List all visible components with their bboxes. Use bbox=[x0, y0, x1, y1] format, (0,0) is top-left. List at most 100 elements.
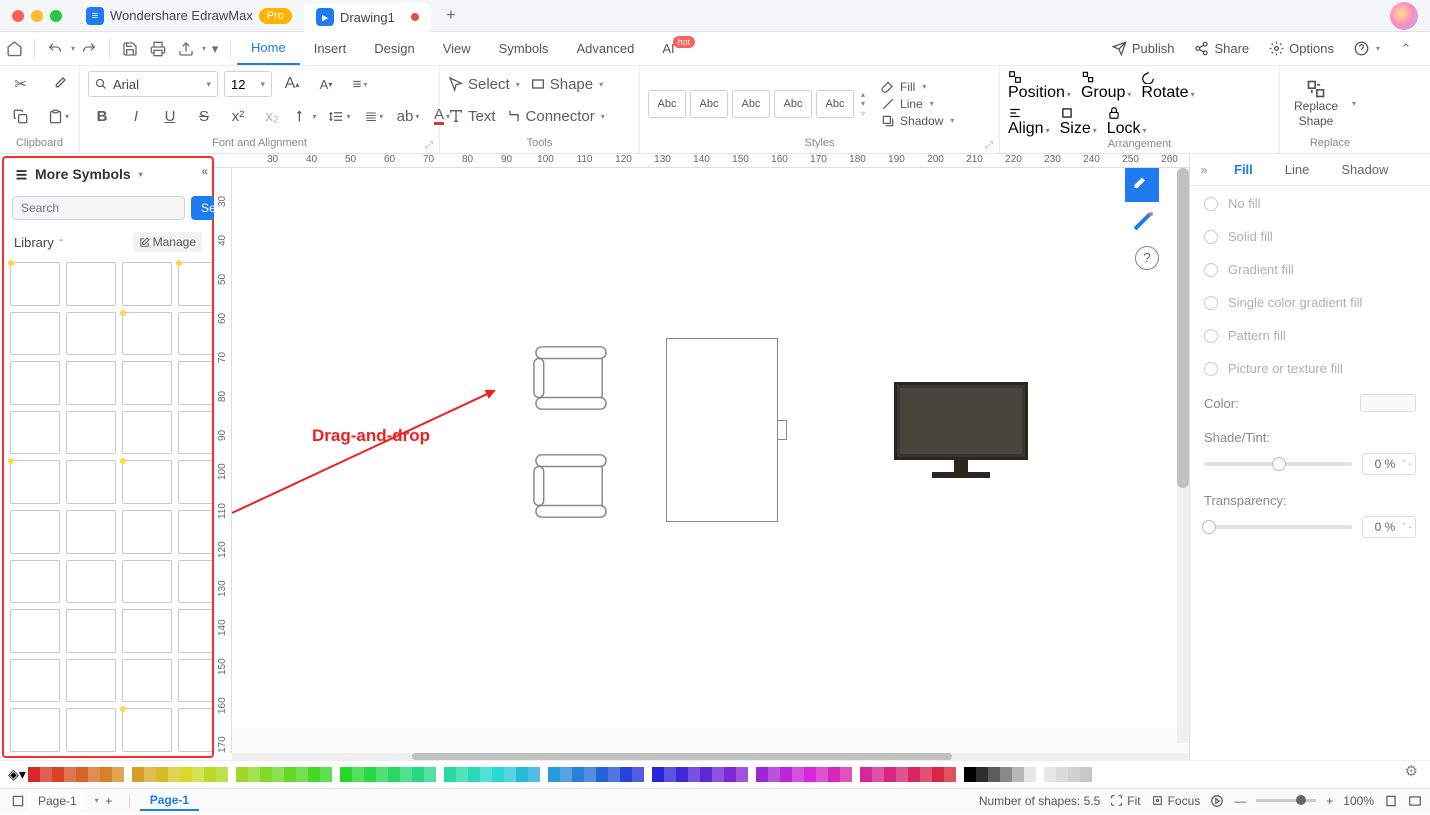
symbol-item[interactable] bbox=[178, 312, 212, 356]
color-swatch-item[interactable] bbox=[584, 767, 596, 782]
style-preset[interactable]: Abc bbox=[648, 90, 686, 118]
canvas[interactable]: Drag-and-drop bbox=[232, 168, 1189, 753]
color-swatch-item[interactable] bbox=[528, 767, 540, 782]
color-swatch-item[interactable] bbox=[1012, 767, 1024, 782]
color-swatch[interactable] bbox=[1360, 394, 1416, 412]
tab-fill[interactable]: Fill bbox=[1218, 155, 1269, 184]
dialog-launcher-icon[interactable]: ⤢ bbox=[425, 140, 433, 151]
color-swatch-item[interactable] bbox=[700, 767, 712, 782]
color-swatch-item[interactable] bbox=[596, 767, 608, 782]
shadow-cmd[interactable]: Shadow▾ bbox=[881, 114, 954, 128]
color-swatch-item[interactable] bbox=[376, 767, 388, 782]
symbol-item[interactable] bbox=[122, 312, 172, 356]
color-swatch-item[interactable] bbox=[320, 767, 332, 782]
color-swatch-item[interactable] bbox=[204, 767, 216, 782]
color-swatch-item[interactable] bbox=[308, 767, 320, 782]
focus-button[interactable]: Focus bbox=[1151, 794, 1201, 808]
superscript-icon[interactable]: x² bbox=[224, 102, 252, 130]
symbol-item[interactable] bbox=[10, 361, 60, 405]
position-cmd[interactable]: Position▾ bbox=[1008, 70, 1071, 102]
shape-armchair[interactable] bbox=[532, 446, 610, 526]
symbol-item[interactable] bbox=[178, 411, 212, 455]
save-icon[interactable] bbox=[116, 35, 144, 63]
color-swatch-item[interactable] bbox=[688, 767, 700, 782]
radio-no-fill[interactable]: No fill bbox=[1204, 196, 1416, 211]
color-swatch-item[interactable] bbox=[664, 767, 676, 782]
color-swatch-item[interactable] bbox=[180, 767, 192, 782]
menu-insert[interactable]: Insert bbox=[300, 33, 361, 64]
symbol-item[interactable] bbox=[66, 560, 116, 604]
minimize-window-icon[interactable] bbox=[31, 10, 43, 22]
color-swatch-item[interactable] bbox=[144, 767, 156, 782]
color-swatch-item[interactable] bbox=[756, 767, 768, 782]
color-swatch-item[interactable] bbox=[1044, 767, 1056, 782]
color-swatch-item[interactable] bbox=[964, 767, 976, 782]
style-preset[interactable]: Abc bbox=[732, 90, 770, 118]
symbol-item[interactable] bbox=[178, 361, 212, 405]
shrink-font-icon[interactable]: A▾ bbox=[312, 70, 340, 98]
menu-symbols[interactable]: Symbols bbox=[485, 33, 563, 64]
share-button[interactable]: Share bbox=[1186, 37, 1257, 60]
menu-design[interactable]: Design bbox=[360, 33, 428, 64]
color-swatch-item[interactable] bbox=[560, 767, 572, 782]
symbol-item[interactable] bbox=[178, 262, 212, 306]
fill-cmd[interactable]: Fill▾ bbox=[881, 80, 954, 94]
publish-button[interactable]: Publish bbox=[1104, 37, 1183, 60]
paste-icon[interactable]: ▾ bbox=[45, 102, 73, 130]
symbol-item[interactable] bbox=[66, 510, 116, 554]
collapse-ribbon-icon[interactable]: ⌃ bbox=[1392, 35, 1420, 63]
underline-icon[interactable]: U bbox=[156, 102, 184, 130]
menu-advanced[interactable]: Advanced bbox=[563, 33, 649, 64]
color-swatch-item[interactable] bbox=[340, 767, 352, 782]
color-swatch-item[interactable] bbox=[388, 767, 400, 782]
zoom-slider[interactable] bbox=[1256, 799, 1316, 802]
color-swatch-item[interactable] bbox=[260, 767, 272, 782]
color-swatch-item[interactable] bbox=[236, 767, 248, 782]
color-swatch-item[interactable] bbox=[352, 767, 364, 782]
transparency-value[interactable]: 0 % bbox=[1362, 516, 1416, 538]
symbol-item[interactable] bbox=[178, 708, 212, 752]
line-cmd[interactable]: Line▾ bbox=[881, 97, 954, 111]
color-swatch-item[interactable] bbox=[28, 767, 40, 782]
radio-single-gradient[interactable]: Single color gradient fill bbox=[1204, 295, 1416, 310]
color-swatch-item[interactable] bbox=[724, 767, 736, 782]
color-swatch-item[interactable] bbox=[872, 767, 884, 782]
user-avatar-icon[interactable] bbox=[1390, 2, 1418, 30]
options-button[interactable]: Options bbox=[1261, 37, 1342, 60]
symbol-item[interactable] bbox=[178, 609, 212, 653]
subscript-icon[interactable]: x₂ bbox=[258, 102, 286, 130]
symbol-item[interactable] bbox=[10, 510, 60, 554]
search-input[interactable] bbox=[12, 196, 185, 220]
menu-view[interactable]: View bbox=[429, 33, 485, 64]
color-swatch-item[interactable] bbox=[932, 767, 944, 782]
color-swatch-item[interactable] bbox=[52, 767, 64, 782]
color-swatch-item[interactable] bbox=[792, 767, 804, 782]
symbol-item[interactable] bbox=[66, 312, 116, 356]
symbol-item[interactable] bbox=[10, 262, 60, 306]
symbol-item[interactable] bbox=[66, 708, 116, 752]
print-icon[interactable] bbox=[144, 35, 172, 63]
style-preset[interactable]: Abc bbox=[774, 90, 812, 118]
color-swatch-item[interactable] bbox=[1056, 767, 1068, 782]
color-swatch-item[interactable] bbox=[860, 767, 872, 782]
color-swatch-item[interactable] bbox=[988, 767, 1000, 782]
color-swatch-item[interactable] bbox=[112, 767, 124, 782]
symbol-item[interactable] bbox=[66, 262, 116, 306]
color-swatch-item[interactable] bbox=[364, 767, 376, 782]
page-tab[interactable]: Page-1 bbox=[140, 791, 199, 811]
close-window-icon[interactable] bbox=[12, 10, 24, 22]
tab-shadow[interactable]: Shadow bbox=[1325, 155, 1404, 184]
color-swatch-item[interactable] bbox=[492, 767, 504, 782]
color-swatch-item[interactable] bbox=[920, 767, 932, 782]
color-swatch-item[interactable] bbox=[192, 767, 204, 782]
panel-settings-icon[interactable]: ⚙ bbox=[1405, 762, 1418, 780]
color-swatch-item[interactable] bbox=[424, 767, 436, 782]
symbols-header[interactable]: More Symbols▾ « bbox=[4, 158, 212, 190]
style-preset[interactable]: Abc bbox=[816, 90, 854, 118]
color-swatch-item[interactable] bbox=[816, 767, 828, 782]
shape-tool[interactable]: Shape▾ bbox=[530, 70, 603, 98]
color-swatch-item[interactable] bbox=[248, 767, 260, 782]
color-swatch-item[interactable] bbox=[548, 767, 560, 782]
color-swatch-item[interactable] bbox=[712, 767, 724, 782]
color-swatch-item[interactable] bbox=[676, 767, 688, 782]
